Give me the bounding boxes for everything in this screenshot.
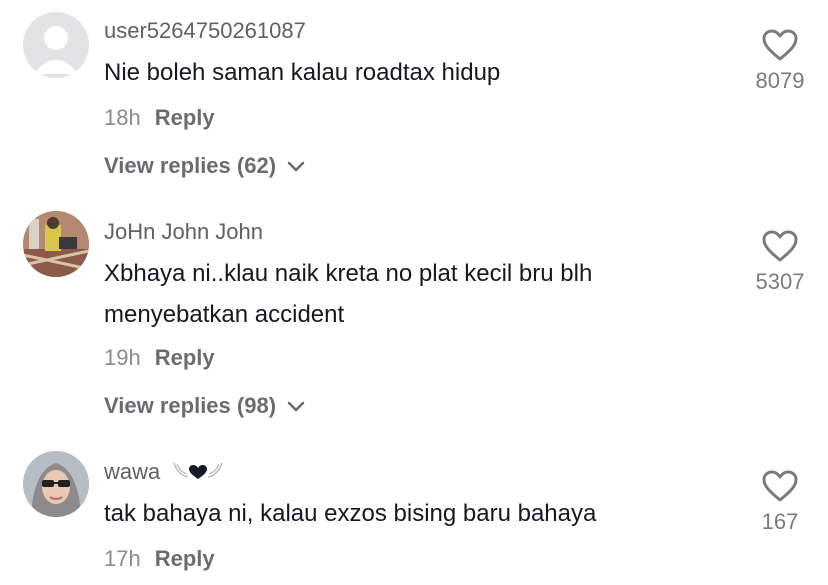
heart-icon: [762, 230, 798, 262]
photo-avatar[interactable]: [23, 451, 89, 517]
reply-button[interactable]: Reply: [155, 105, 215, 130]
like-count: 167: [761, 509, 799, 534]
comment-username[interactable]: wawa: [104, 459, 226, 485]
comment-time: 18h: [104, 105, 141, 130]
comment-text: Nie boleh saman kalau roadtax hidup: [104, 59, 501, 86]
heart-icon: [762, 470, 798, 502]
like-count: 8079: [755, 68, 805, 93]
photo-avatar[interactable]: [23, 211, 89, 277]
comment-item: JoHn John John Xbhaya ni..klau naik kret…: [0, 205, 828, 435]
default-avatar-icon[interactable]: [23, 12, 89, 78]
like-button[interactable]: 167: [740, 469, 820, 535]
like-button[interactable]: 5307: [740, 229, 820, 295]
view-replies-label: View replies (62): [104, 153, 277, 178]
username-label: wawa: [104, 459, 161, 484]
comment-item: user5264750261087 Nie boleh saman kalau …: [0, 0, 828, 195]
view-replies-button[interactable]: View replies (62): [104, 153, 306, 179]
comment-time: 19h: [104, 345, 141, 370]
like-count: 5307: [755, 269, 805, 294]
comment-username[interactable]: user5264750261087: [104, 18, 306, 44]
chevron-down-icon: [287, 161, 305, 172]
comment-time: 17h: [104, 546, 141, 571]
comment-text: Xbhaya ni..klau naik kreta no plat kecil…: [104, 260, 593, 328]
reply-button[interactable]: Reply: [155, 345, 215, 370]
comment-meta: 19h Reply: [104, 345, 215, 371]
view-replies-label: View replies (98): [104, 393, 277, 418]
chevron-down-icon: [287, 401, 305, 412]
comment-meta: 18h Reply: [104, 105, 215, 131]
like-button[interactable]: 8079: [740, 28, 820, 94]
wing-heart-icon: [173, 462, 224, 479]
view-replies-button[interactable]: View replies (98): [104, 393, 306, 419]
comment-item: wawa tak bahaya ni, kalau exzos bising b…: [0, 445, 828, 585]
reply-button[interactable]: Reply: [155, 546, 215, 571]
comment-text: tak bahaya ni, kalau exzos bising baru b…: [104, 500, 597, 527]
comment-username[interactable]: JoHn John John: [104, 219, 263, 245]
comment-meta: 17h Reply: [104, 546, 215, 572]
heart-icon: [762, 29, 798, 61]
